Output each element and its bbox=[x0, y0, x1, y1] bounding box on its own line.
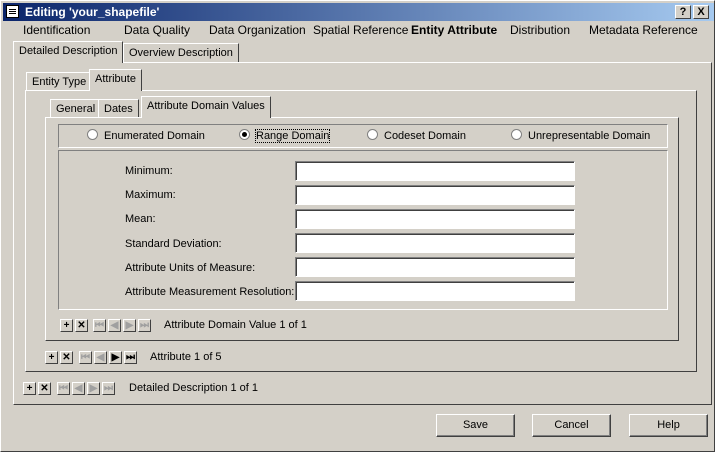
top-tab-row: Identification Data Quality Data Organiz… bbox=[1, 23, 714, 39]
radio-dot bbox=[87, 129, 98, 140]
next-record-icon[interactable]: ▶ bbox=[87, 382, 100, 395]
window-title: Editing 'your_shapefile' bbox=[25, 5, 160, 19]
tab-attribute-domain-values[interactable]: Attribute Domain Values bbox=[141, 96, 271, 118]
help-title-button[interactable]: ? bbox=[675, 5, 691, 19]
attribute-counter: Attribute 1 of 5 bbox=[150, 351, 222, 363]
tab-dates[interactable]: Dates bbox=[98, 99, 139, 118]
save-button-label: Save bbox=[462, 419, 489, 431]
standard-deviation-field[interactable] bbox=[295, 233, 575, 253]
add-attribute-button[interactable]: + bbox=[45, 351, 58, 364]
radio-dot bbox=[511, 129, 522, 140]
first-record-icon[interactable]: ⏮ bbox=[57, 382, 70, 395]
mean-field[interactable] bbox=[295, 209, 575, 229]
last-record-icon[interactable]: ⏭ bbox=[102, 382, 115, 395]
minimum-label: Minimum: bbox=[125, 165, 173, 177]
measurement-resolution-label: Attribute Measurement Resolution: bbox=[125, 286, 295, 298]
domain-value-navigator: + ✕ ⏮ ◀ ▶ ⏭ Attribute Domain Value 1 of … bbox=[60, 319, 360, 333]
tab-entity-type[interactable]: Entity Type bbox=[26, 72, 93, 91]
cancel-button[interactable]: Cancel bbox=[532, 414, 611, 437]
maximum-field[interactable] bbox=[295, 185, 575, 205]
tab-data-quality[interactable]: Data Quality bbox=[124, 23, 190, 37]
units-of-measure-label: Attribute Units of Measure: bbox=[125, 262, 256, 274]
tab-general[interactable]: General bbox=[50, 99, 102, 118]
measurement-resolution-field[interactable] bbox=[295, 281, 575, 301]
tab-identification[interactable]: Identification bbox=[23, 23, 90, 37]
range-domain-fields: Minimum: Maximum: Mean: Standard Deviati… bbox=[58, 150, 668, 310]
radio-codeset-domain[interactable]: Codeset Domain bbox=[367, 129, 466, 142]
first-record-icon[interactable]: ⏮ bbox=[93, 319, 106, 332]
radio-dot bbox=[367, 129, 378, 140]
detailed-description-navigator: + ✕ ⏮ ◀ ▶ ⏭ Detailed Description 1 of 1 bbox=[23, 382, 323, 396]
tab-entity-attribute[interactable]: Entity Attribute bbox=[411, 23, 497, 37]
add-detailed-description-button[interactable]: + bbox=[23, 382, 36, 395]
radio-dot-selected bbox=[239, 129, 250, 140]
tab-data-organization[interactable]: Data Organization bbox=[209, 23, 306, 37]
mean-label: Mean: bbox=[125, 213, 156, 225]
previous-record-icon[interactable]: ◀ bbox=[108, 319, 121, 332]
radio-label: Codeset Domain bbox=[384, 130, 466, 142]
detailed-description-counter: Detailed Description 1 of 1 bbox=[129, 382, 259, 394]
app-icon bbox=[6, 5, 19, 18]
last-record-icon[interactable]: ⏭ bbox=[138, 319, 151, 332]
tab-metadata-reference[interactable]: Metadata Reference bbox=[589, 23, 698, 37]
tab-overview-description[interactable]: Overview Description bbox=[123, 43, 239, 62]
first-record-icon[interactable]: ⏮ bbox=[79, 351, 92, 364]
next-record-icon[interactable]: ▶ bbox=[109, 351, 122, 364]
previous-record-icon[interactable]: ◀ bbox=[94, 351, 107, 364]
tab-attribute[interactable]: Attribute bbox=[89, 69, 142, 91]
attribute-navigator: + ✕ ⏮ ◀ ▶ ⏭ Attribute 1 of 5 bbox=[45, 351, 345, 365]
last-record-icon[interactable]: ⏭ bbox=[124, 351, 137, 364]
delete-detailed-description-button[interactable]: ✕ bbox=[38, 382, 51, 395]
tab-spatial-reference[interactable]: Spatial Reference bbox=[313, 23, 408, 37]
editor-window: Editing 'your_shapefile' ? X Identificat… bbox=[0, 0, 715, 452]
title-bar: Editing 'your_shapefile' ? X bbox=[3, 3, 714, 21]
radio-enumerated-domain[interactable]: Enumerated Domain bbox=[87, 129, 205, 142]
delete-attribute-button[interactable]: ✕ bbox=[60, 351, 73, 364]
domain-values-panel: Enumerated Domain Range Domain Codeset D… bbox=[45, 117, 679, 341]
maximum-label: Maximum: bbox=[125, 189, 176, 201]
radio-label: Enumerated Domain bbox=[104, 130, 205, 142]
domain-value-counter: Attribute Domain Value 1 of 1 bbox=[164, 319, 307, 331]
minimum-field[interactable] bbox=[295, 161, 575, 181]
tab-detailed-description[interactable]: Detailed Description bbox=[13, 41, 124, 63]
standard-deviation-label: Standard Deviation: bbox=[125, 238, 222, 250]
help-button[interactable]: Help bbox=[629, 414, 708, 437]
units-of-measure-field[interactable] bbox=[295, 257, 575, 277]
save-button[interactable]: Save bbox=[436, 414, 515, 437]
help-button-label: Help bbox=[657, 419, 680, 431]
radio-range-domain[interactable]: Range Domain bbox=[239, 129, 331, 143]
previous-record-icon[interactable]: ◀ bbox=[72, 382, 85, 395]
cancel-button-label: Cancel bbox=[554, 419, 589, 431]
radio-label: Range Domain bbox=[254, 129, 331, 143]
close-button[interactable]: X bbox=[693, 5, 709, 19]
radio-unrepresentable-domain[interactable]: Unrepresentable Domain bbox=[511, 129, 650, 142]
add-domain-value-button[interactable]: + bbox=[60, 319, 73, 332]
radio-label: Unrepresentable Domain bbox=[528, 130, 651, 142]
tab-distribution[interactable]: Distribution bbox=[510, 23, 570, 37]
delete-domain-value-button[interactable]: ✕ bbox=[75, 319, 88, 332]
next-record-icon[interactable]: ▶ bbox=[123, 319, 136, 332]
domain-radio-group: Enumerated Domain Range Domain Codeset D… bbox=[58, 124, 668, 148]
